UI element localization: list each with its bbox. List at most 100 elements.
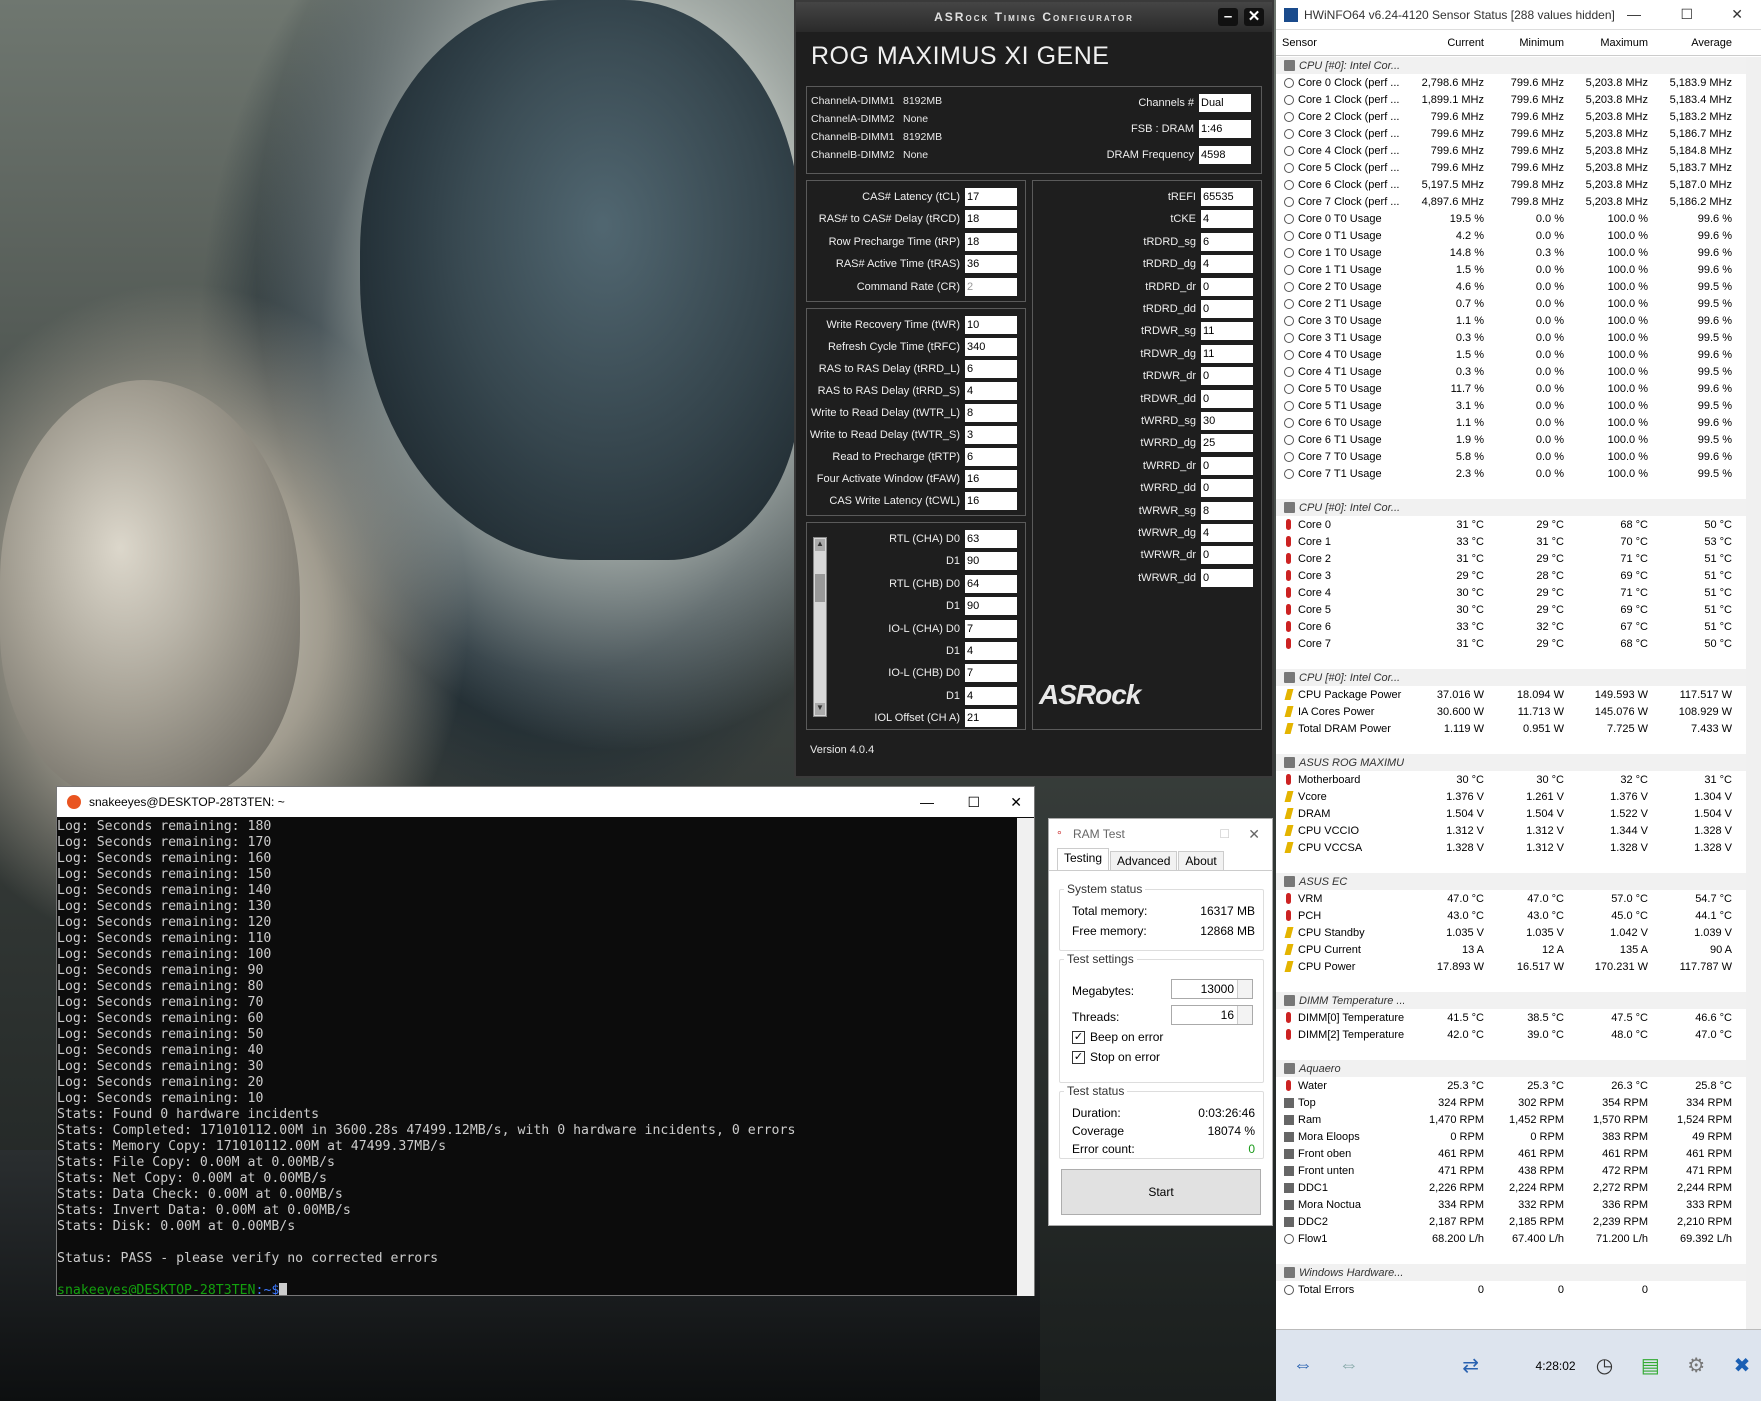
timing-field[interactable]: 0	[1201, 568, 1253, 587]
sensor-row[interactable]: CPU Standby 1.035 V 1.035 V 1.042 V 1.039 V	[1276, 924, 1746, 941]
ramtest-titlebar[interactable]: ° RAM Test ☐ ✕	[1049, 819, 1272, 849]
minimize-icon[interactable]: —	[1627, 6, 1641, 22]
timing-field[interactable]: 4	[965, 686, 1017, 705]
sensor-row[interactable]: VRM 47.0 °C 47.0 °C 57.0 °C 54.7 °C	[1276, 890, 1746, 907]
timing-field[interactable]: 16	[965, 470, 1017, 488]
close-icon[interactable]: ✕	[1244, 8, 1264, 26]
sensor-row[interactable]: Core 5 Clock (perf ... 799.6 MHz 799.6 MHz…	[1276, 159, 1746, 176]
sensor-row[interactable]: Total DRAM Power 1.119 W 0.951 W 7.725 W 7.4…	[1276, 720, 1746, 737]
tab-testing[interactable]: Testing	[1057, 848, 1110, 870]
timing-field[interactable]: 0	[1201, 389, 1253, 408]
add-report-icon[interactable]: ▤	[1631, 1347, 1669, 1385]
sensor-scrollbar[interactable]	[1746, 57, 1761, 1367]
sensor-row[interactable]: CPU Package Power 37.016 W 18.094 W 149.593…	[1276, 686, 1746, 703]
tab-advanced[interactable]: Advanced	[1110, 851, 1178, 870]
sensor-row[interactable]: Core 4 Clock (perf ... 799.6 MHz 799.6 MHz…	[1276, 142, 1746, 159]
timing-field[interactable]: 18	[965, 210, 1017, 229]
sensor-row[interactable]: Core 3 Clock (perf ... 799.6 MHz 799.6 MHz…	[1276, 125, 1746, 142]
sensor-row[interactable]: Motherboard 30 °C 30 °C 32 °C 31 °C	[1276, 771, 1746, 788]
timing-field[interactable]: 4	[1201, 255, 1253, 274]
scroll-up-icon[interactable]: ▲	[815, 539, 825, 551]
close-icon[interactable]: ✖	[1723, 1347, 1761, 1385]
clock-icon[interactable]: ◷	[1586, 1347, 1624, 1385]
dram-info-field[interactable]: 1:46	[1199, 120, 1251, 138]
terminal-titlebar[interactable]: snakeeyes@DESKTOP-28T3TEN: ~ — ☐ ✕	[57, 787, 1034, 817]
sensor-row[interactable]: DIMM[2] Temperature 42.0 °C 39.0 °C 48.0 °C…	[1276, 1026, 1746, 1043]
sensor-row[interactable]: Core 7 T1 Usage 2.3 % 0.0 % 100.0 % 99.5 %	[1276, 465, 1746, 482]
sensor-row[interactable]: CPU Current 13 A 12 A 135 A 90 A	[1276, 941, 1746, 958]
timing-field[interactable]: 36	[965, 255, 1017, 274]
timing-field[interactable]: 340	[965, 338, 1017, 356]
sensor-row[interactable]: Core 3 T0 Usage 1.1 % 0.0 % 100.0 % 99.6 %	[1276, 312, 1746, 329]
sensor-row[interactable]: Core 1 T0 Usage 14.8 % 0.3 % 100.0 % 99.6 %	[1276, 244, 1746, 261]
timing-field[interactable]: 0	[1201, 479, 1253, 498]
sensor-row[interactable]: Mora Noctua 334 RPM 332 RPM 336 RPM 333 RPM	[1276, 1196, 1746, 1213]
sensor-row[interactable]: Core 5 30 °C 29 °C 69 °C 51 °C	[1276, 601, 1746, 618]
timing-field[interactable]: 90	[965, 597, 1017, 616]
sensor-row[interactable]: Core 2 31 °C 29 °C 71 °C 51 °C	[1276, 550, 1746, 567]
timing-field[interactable]: 10	[965, 316, 1017, 334]
sensor-row[interactable]: Core 3 T1 Usage 0.3 % 0.0 % 100.0 % 99.5 %	[1276, 329, 1746, 346]
timing-field[interactable]: 0	[1201, 367, 1253, 386]
sensor-row[interactable]: Core 2 T0 Usage 4.6 % 0.0 % 100.0 % 99.5 %	[1276, 278, 1746, 295]
column-header-current[interactable]: Current	[1404, 37, 1488, 49]
terminal-prompt[interactable]: snakeeyes@DESKTOP-28T3TEN:~$	[57, 1283, 1017, 1295]
hwinfo-titlebar[interactable]: HWiNFO64 v6.24-4120 Sensor Status [288 v…	[1276, 0, 1761, 30]
sensor-row[interactable]: DDC1 2,226 RPM 2,224 RPM 2,272 RPM 2,244 RPM	[1276, 1179, 1746, 1196]
sensor-row[interactable]: Front unten 471 RPM 438 RPM 472 RPM 471 RPM	[1276, 1162, 1746, 1179]
sensor-row[interactable]: Core 6 T1 Usage 1.9 % 0.0 % 100.0 % 99.5 %	[1276, 431, 1746, 448]
sensor-row[interactable]: Core 5 T0 Usage 11.7 % 0.0 % 100.0 % 99.6 %	[1276, 380, 1746, 397]
sensor-row[interactable]: Core 7 31 °C 29 °C 68 °C 50 °C	[1276, 635, 1746, 652]
megabytes-stepper[interactable]: 13000	[1171, 979, 1253, 999]
sensor-group-row[interactable]: DIMM Temperature ...	[1276, 992, 1746, 1009]
timing-field[interactable]: 0	[1201, 277, 1253, 296]
sensor-row[interactable]: Mora Eloops 0 RPM 0 RPM 383 RPM 49 RPM	[1276, 1128, 1746, 1145]
timing-field[interactable]: 0	[1201, 546, 1253, 565]
sensor-group-row[interactable]: Aquaero	[1276, 1060, 1746, 1077]
sensor-row[interactable]: Top 324 RPM 302 RPM 354 RPM 334 RPM	[1276, 1094, 1746, 1111]
sensor-row[interactable]: Core 7 T0 Usage 5.8 % 0.0 % 100.0 % 99.6 %	[1276, 448, 1746, 465]
timing-field[interactable]: 11	[1201, 344, 1253, 363]
timing-field[interactable]: 18	[965, 232, 1017, 251]
sensor-group-row[interactable]: CPU [#0]: Intel Cor...	[1276, 669, 1746, 686]
sensor-row[interactable]: Core 0 T0 Usage 19.5 % 0.0 % 100.0 % 99.6 %	[1276, 210, 1746, 227]
sensor-group-row[interactable]: ASUS ROG MAXIMU...	[1276, 754, 1746, 771]
sensor-row[interactable]: Core 1 Clock (perf ... 1,899.1 MHz 799.6 M…	[1276, 91, 1746, 108]
minimize-icon[interactable]: –	[1218, 8, 1238, 26]
terminal-output[interactable]: Log: Seconds remaining: 180 Log: Seconds …	[57, 819, 1017, 1295]
sensor-row[interactable]: Core 3 29 °C 28 °C 69 °C 51 °C	[1276, 567, 1746, 584]
sensor-row[interactable]: Front oben 461 RPM 461 RPM 461 RPM 461 RPM	[1276, 1145, 1746, 1162]
sensor-row[interactable]: Core 6 Clock (perf ... 5,197.5 MHz 799.8 M…	[1276, 176, 1746, 193]
timing-field[interactable]: 6	[1201, 232, 1253, 251]
sensor-row[interactable]: IA Cores Power 30.600 W 11.713 W 145.076 W 1…	[1276, 703, 1746, 720]
sensor-row[interactable]: Core 2 Clock (perf ... 799.6 MHz 799.6 MHz…	[1276, 108, 1746, 125]
sensor-row[interactable]: Core 1 T1 Usage 1.5 % 0.0 % 100.0 % 99.6 %	[1276, 261, 1746, 278]
nav-arrows-alt-icon[interactable]: ⇔	[1330, 1347, 1368, 1385]
sensor-row[interactable]: Total Errors 0 0 0	[1276, 1281, 1746, 1298]
minimize-icon[interactable]: —	[920, 794, 934, 810]
timing-field[interactable]: 63	[965, 530, 1017, 548]
sensor-row[interactable]: Core 0 T1 Usage 4.2 % 0.0 % 100.0 % 99.6 %	[1276, 227, 1746, 244]
sensor-row[interactable]: CPU VCCIO 1.312 V 1.312 V 1.344 V 1.328 V	[1276, 822, 1746, 839]
timing-field[interactable]: 7	[965, 664, 1017, 683]
close-icon[interactable]: ✕	[1248, 826, 1260, 843]
timing-field[interactable]: 30	[1201, 412, 1253, 430]
nav-arrows-icon[interactable]: ⇔	[1284, 1347, 1322, 1385]
timing-field[interactable]: 64	[965, 574, 1017, 593]
sensor-row[interactable]: Core 0 31 °C 29 °C 68 °C 50 °C	[1276, 516, 1746, 533]
sensor-group-row[interactable]: ASUS EC	[1276, 873, 1746, 890]
sensor-row[interactable]: Core 4 T0 Usage 1.5 % 0.0 % 100.0 % 99.6 %	[1276, 346, 1746, 363]
network-icon[interactable]: ⇄	[1452, 1347, 1490, 1385]
timing-field[interactable]: 65535	[1201, 188, 1253, 206]
stop-on-error-checkbox[interactable]: ✓ Stop on error	[1072, 1050, 1160, 1064]
timing-field[interactable]: 7	[965, 619, 1017, 638]
timing-field[interactable]: 16	[965, 492, 1017, 510]
sensor-row[interactable]: PCH 43.0 °C 43.0 °C 45.0 °C 44.1 °C	[1276, 907, 1746, 924]
sensor-group-row[interactable]: CPU [#0]: Intel Cor...	[1276, 499, 1746, 516]
timing-field[interactable]: 4	[1201, 210, 1253, 229]
sensor-row[interactable]: Core 7 Clock (perf ... 4,897.6 MHz 799.8 M…	[1276, 193, 1746, 210]
threads-stepper[interactable]: 16	[1171, 1005, 1253, 1025]
maximize-icon[interactable]: ☐	[967, 794, 980, 811]
timing-field[interactable]: 4	[965, 382, 1017, 400]
asrock-titlebar[interactable]: ASRock Timing Configurator – ✕	[796, 2, 1272, 32]
